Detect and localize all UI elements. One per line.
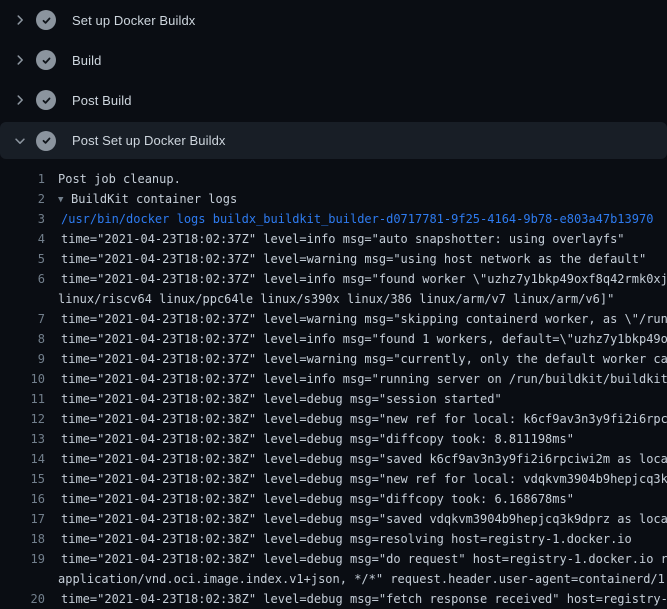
log-group-toggle[interactable]: ▼BuildKit container logs [58,189,237,209]
log-line-number[interactable]: 13 [0,429,45,449]
log-row: application/vnd.oci.image.index.v1+json,… [0,569,667,589]
log-line-number[interactable]: 8 [0,329,45,349]
log-text: time="2021-04-23T18:02:38Z" level=debug … [61,489,574,509]
log-text: time="2021-04-23T18:02:38Z" level=debug … [61,589,667,609]
log-text: application/vnd.oci.image.index.v1+json,… [58,569,667,589]
log-line-number[interactable]: 3 [0,209,45,229]
step-header-post-set-up-docker-buildx[interactable]: Post Set up Docker Buildx [0,122,667,159]
log-row: 16 time="2021-04-23T18:02:38Z" level=debu… [0,489,667,509]
log-row: 17 time="2021-04-23T18:02:38Z" level=debu… [0,509,667,529]
log-line-number [0,289,45,309]
chevron-right-icon [12,52,28,68]
log-row: 3/usr/bin/docker logs buildx_buildkit_bu… [0,209,667,229]
step-header-post-build[interactable]: Post Build [0,80,667,120]
log-line-number[interactable]: 11 [0,389,45,409]
log-text: time="2021-04-23T18:02:37Z" level=warnin… [61,309,667,329]
log-row: 4 time="2021-04-23T18:02:37Z" level=info … [0,229,667,249]
step-title: Set up Docker Buildx [72,13,195,28]
log-text: time="2021-04-23T18:02:37Z" level=warnin… [61,349,667,369]
log-text: linux/riscv64 linux/ppc64le linux/s390x … [58,289,614,309]
log-row: 10 time="2021-04-23T18:02:37Z" level=info… [0,369,667,389]
step-header-build[interactable]: Build [0,40,667,80]
log-line-number[interactable]: 9 [0,349,45,369]
check-circle-icon [36,50,56,70]
log-line-number[interactable]: 12 [0,409,45,429]
log-text: time="2021-04-23T18:02:37Z" level=warnin… [61,249,646,269]
log-text: time="2021-04-23T18:02:38Z" level=debug … [61,529,632,549]
log-row: 7 time="2021-04-23T18:02:37Z" level=warni… [0,309,667,329]
log-row: 12 time="2021-04-23T18:02:38Z" level=debu… [0,409,667,429]
log-line-number[interactable]: 10 [0,369,45,389]
step-title: Post Set up Docker Buildx [72,133,226,148]
log-row: linux/riscv64 linux/ppc64le linux/s390x … [0,289,667,309]
log-row: 13 time="2021-04-23T18:02:38Z" level=debu… [0,429,667,449]
log-viewer: 1 Post job cleanup. 2 ▼BuildKit container l… [0,160,667,609]
log-row: 14 time="2021-04-23T18:02:38Z" level=debu… [0,449,667,469]
group-expanded-triangle-icon: ▼ [58,190,71,209]
log-text: time="2021-04-23T18:02:38Z" level=debug … [61,429,574,449]
log-row: 19 time="2021-04-23T18:02:38Z" level=debu… [0,549,667,569]
log-line-number[interactable]: 18 [0,529,45,549]
log-text: time="2021-04-23T18:02:38Z" level=debug … [61,509,667,529]
log-text: time="2021-04-23T18:02:38Z" level=debug … [61,389,502,409]
log-row: 8 time="2021-04-23T18:02:37Z" level=info … [0,329,667,349]
log-line-number[interactable]: 2 [0,189,45,209]
chevron-down-icon [12,133,28,149]
log-line-number [0,569,45,589]
check-circle-icon [36,131,56,151]
log-text: time="2021-04-23T18:02:37Z" level=info m… [61,369,667,389]
log-line-number[interactable]: 5 [0,249,45,269]
log-line-number[interactable]: 17 [0,509,45,529]
log-text: time="2021-04-23T18:02:37Z" level=info m… [61,229,625,249]
log-line-number[interactable]: 19 [0,549,45,569]
log-text: Post job cleanup. [58,169,181,189]
log-line-number[interactable]: 4 [0,229,45,249]
log-text: time="2021-04-23T18:02:38Z" level=debug … [61,549,667,569]
log-text: time="2021-04-23T18:02:37Z" level=info m… [61,329,667,349]
log-group-title: BuildKit container logs [71,192,237,206]
check-circle-icon [36,10,56,30]
chevron-right-icon [12,12,28,28]
log-line-number[interactable]: 15 [0,469,45,489]
log-line-number[interactable]: 6 [0,269,45,289]
log-row: 6 time="2021-04-23T18:02:37Z" level=info … [0,269,667,289]
log-row: 15 time="2021-04-23T18:02:38Z" level=debu… [0,469,667,489]
log-row: 20 time="2021-04-23T18:02:38Z" level=debu… [0,589,667,609]
log-row: 2 ▼BuildKit container logs [0,189,667,209]
step-list: Set up Docker Buildx Build Post Build Post … [0,0,667,159]
log-line-number[interactable]: 16 [0,489,45,509]
log-command-text: /usr/bin/docker logs buildx_buildkit_bui… [61,209,653,229]
step-title: Post Build [72,93,132,108]
log-line-number[interactable]: 20 [0,589,45,609]
chevron-right-icon [12,92,28,108]
log-text: time="2021-04-23T18:02:38Z" level=debug … [61,469,667,489]
step-header-set-up-docker-buildx[interactable]: Set up Docker Buildx [0,0,667,40]
log-row: 9 time="2021-04-23T18:02:37Z" level=warni… [0,349,667,369]
log-text: time="2021-04-23T18:02:38Z" level=debug … [61,409,667,429]
log-row: 11 time="2021-04-23T18:02:38Z" level=debu… [0,389,667,409]
log-text: time="2021-04-23T18:02:38Z" level=debug … [61,449,667,469]
log-line-number[interactable]: 7 [0,309,45,329]
log-text: time="2021-04-23T18:02:37Z" level=info m… [61,269,667,289]
log-row: 1 Post job cleanup. [0,169,667,189]
check-circle-icon [36,90,56,110]
log-line-number[interactable]: 1 [0,169,45,189]
log-line-number[interactable]: 14 [0,449,45,469]
log-row: 18 time="2021-04-23T18:02:38Z" level=debu… [0,529,667,549]
step-title: Build [72,53,101,68]
log-row: 5 time="2021-04-23T18:02:37Z" level=warni… [0,249,667,269]
